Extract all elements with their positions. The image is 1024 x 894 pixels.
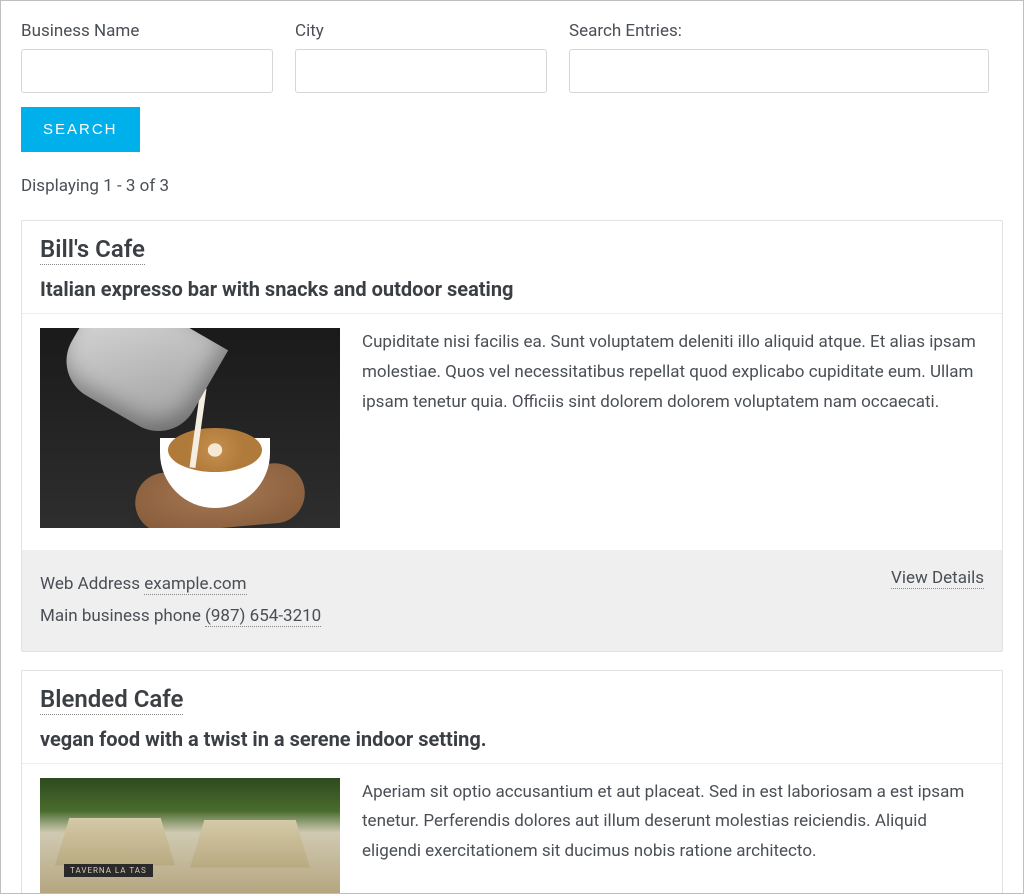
card-body: Cupiditate nisi facilis ea. Sunt volupta… [22, 314, 1002, 550]
listing-description: Cupiditate nisi facilis ea. Sunt volupta… [362, 328, 984, 528]
listing-card: Bill's Cafe Italian expresso bar with sn… [21, 220, 1003, 652]
field-city: City [295, 21, 547, 93]
listing-subtitle: Italian expresso bar with snacks and out… [40, 277, 984, 301]
phone-link[interactable]: (987) 654-3210 [205, 606, 321, 627]
label-city: City [295, 21, 547, 41]
input-search-entries[interactable] [569, 49, 989, 93]
listing-title-link[interactable]: Blended Cafe [40, 685, 183, 715]
results-status: Displaying 1 - 3 of 3 [21, 176, 1003, 196]
image-sign-text: TAVERNA LA TAS [64, 864, 153, 877]
listing-title-link[interactable]: Bill's Cafe [40, 235, 145, 265]
listing-image: TAVERNA LA TAS [40, 778, 340, 894]
input-city[interactable] [295, 49, 547, 93]
listing-image [40, 328, 340, 528]
card-footer: Web Address example.com Main business ph… [22, 550, 1002, 651]
web-address-link[interactable]: example.com [144, 574, 246, 595]
directory-frame: Business Name City Search Entries: SEARC… [0, 0, 1024, 894]
label-search-entries: Search Entries: [569, 21, 989, 41]
footer-contact: Web Address example.com Main business ph… [40, 568, 321, 633]
listing-card: Blended Cafe vegan food with a twist in … [21, 670, 1003, 894]
card-header: Bill's Cafe Italian expresso bar with sn… [22, 221, 1002, 314]
field-search-entries: Search Entries: [569, 21, 989, 93]
search-button[interactable]: SEARCH [21, 107, 140, 152]
street-image-placeholder: TAVERNA LA TAS [40, 778, 340, 894]
view-details-link[interactable]: View Details [891, 568, 984, 589]
web-address-label: Web Address [40, 574, 144, 594]
search-row: Business Name City Search Entries: [21, 21, 1003, 93]
listing-subtitle: vegan food with a twist in a serene indo… [40, 727, 984, 751]
field-business-name: Business Name [21, 21, 273, 93]
card-header: Blended Cafe vegan food with a twist in … [22, 671, 1002, 764]
coffee-image-placeholder [40, 328, 340, 528]
card-body: TAVERNA LA TAS Aperiam sit optio accusan… [22, 764, 1002, 894]
phone-label: Main business phone [40, 606, 205, 626]
listing-description: Aperiam sit optio accusantium et aut pla… [362, 778, 984, 894]
input-business-name[interactable] [21, 49, 273, 93]
label-business-name: Business Name [21, 21, 273, 41]
